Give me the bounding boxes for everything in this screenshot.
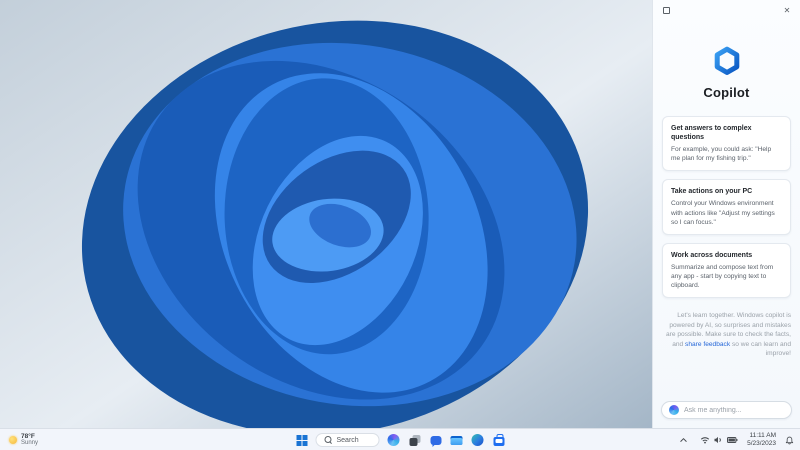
tray-status-icons[interactable] <box>697 434 741 446</box>
system-tray: 11:11 AM 5/23/2023 <box>676 429 797 450</box>
card-title: Get answers to complex questions <box>671 125 752 142</box>
weather-widget[interactable]: 78°F Sunny <box>4 429 43 450</box>
microsoft-store-icon <box>493 433 504 446</box>
card-title: Work across documents <box>671 251 753 259</box>
suggestion-card[interactable]: Take actions on your PC Control your Win… <box>662 179 791 235</box>
copilot-spark-icon <box>669 405 679 415</box>
weather-text: 78°F Sunny <box>21 433 38 447</box>
weather-condition: Sunny <box>21 440 39 447</box>
start-button[interactable] <box>295 433 309 447</box>
taskbar-center: Search <box>295 429 506 450</box>
desktop: ✕ Copilot Get answers to complex questio… <box>0 0 800 450</box>
close-icon[interactable]: ✕ <box>781 4 793 16</box>
taskbar: 78°F Sunny Search 11:11 AM 5/23/2023 <box>0 428 800 450</box>
taskbar-item-store[interactable] <box>492 433 506 447</box>
notification-bell-icon <box>785 436 794 444</box>
volume-icon <box>714 436 721 444</box>
disclaimer-text: Let's learn together. Windows copilot is… <box>662 311 791 359</box>
file-explorer-icon <box>450 435 463 445</box>
copilot-icon <box>387 434 400 446</box>
windows-logo-icon <box>296 434 307 446</box>
search-icon <box>324 436 333 444</box>
taskbar-item-edge[interactable] <box>471 433 485 447</box>
edge-browser-icon <box>471 434 484 446</box>
copilot-logo-block: Copilot <box>653 46 800 100</box>
copilot-title: Copilot <box>703 85 750 100</box>
task-view-icon <box>409 434 420 446</box>
search-box[interactable]: Search <box>315 433 380 447</box>
battery-icon <box>727 437 738 443</box>
clock-time: 11:11 AM <box>749 432 777 440</box>
card-body: Summarize and compose text from any app … <box>671 263 774 290</box>
bloom-wallpaper <box>0 0 652 428</box>
card-body: Control your Windows environment with ac… <box>671 200 775 226</box>
copilot-panel: ✕ Copilot Get answers to complex questio… <box>652 0 800 428</box>
pop-out-icon[interactable] <box>660 4 672 16</box>
taskbar-item-chat[interactable] <box>429 433 443 447</box>
share-feedback-link[interactable]: share feedback <box>685 341 730 348</box>
chevron-up-icon <box>680 437 687 442</box>
wifi-icon <box>700 437 710 444</box>
chat-icon <box>430 435 441 447</box>
taskbar-item-copilot[interactable] <box>387 433 401 447</box>
card-title: Take actions on your PC <box>671 188 753 196</box>
taskbar-item-task-view[interactable] <box>408 433 422 447</box>
copilot-topbar: ✕ <box>653 0 800 20</box>
copilot-logo-icon <box>714 46 739 75</box>
weather-temperature: 78°F <box>21 432 35 440</box>
card-body: For example, you could ask: "Help me pla… <box>671 146 772 163</box>
suggestion-cards: Get answers to complex questions For exa… <box>662 116 791 299</box>
ask-me-anything-input[interactable] <box>684 406 784 414</box>
clock[interactable]: 11:11 AM 5/23/2023 <box>747 432 776 448</box>
notification-center-button[interactable] <box>782 434 797 447</box>
disclaimer-post: so we can learn and improve! <box>730 340 791 358</box>
clock-date: 5/23/2023 <box>747 440 776 447</box>
tray-overflow-button[interactable] <box>676 434 691 446</box>
sun-icon <box>9 436 17 444</box>
search-label: Search <box>336 436 359 444</box>
bloom-illustration <box>0 0 652 428</box>
chat-input-bar[interactable] <box>661 401 792 419</box>
suggestion-card[interactable]: Get answers to complex questions For exa… <box>662 116 791 172</box>
suggestion-card[interactable]: Work across documents Summarize and comp… <box>662 242 791 299</box>
taskbar-item-file-explorer[interactable] <box>450 433 464 447</box>
